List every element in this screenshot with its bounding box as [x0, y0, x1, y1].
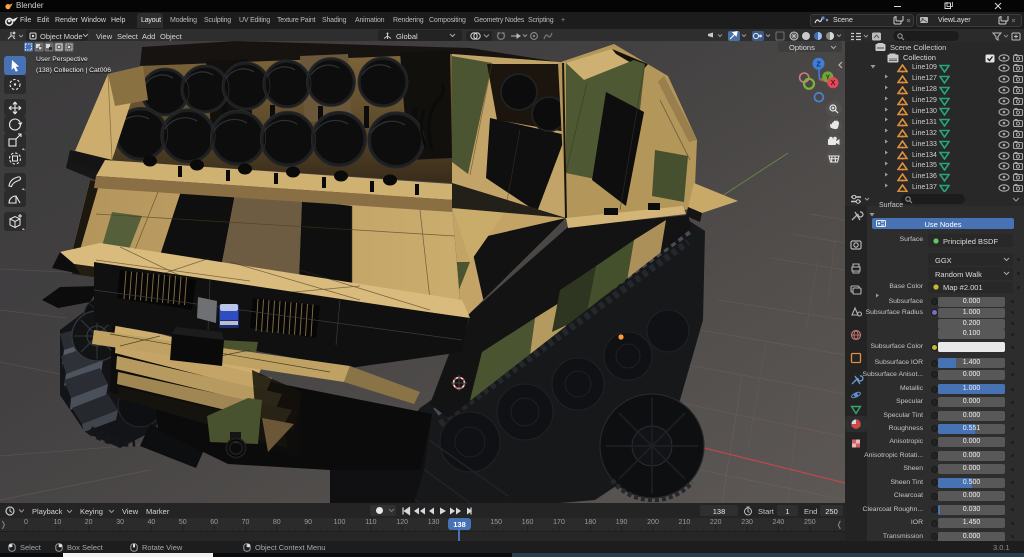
svg-text:X: X: [831, 80, 836, 87]
svg-text:Z: Z: [816, 61, 821, 68]
